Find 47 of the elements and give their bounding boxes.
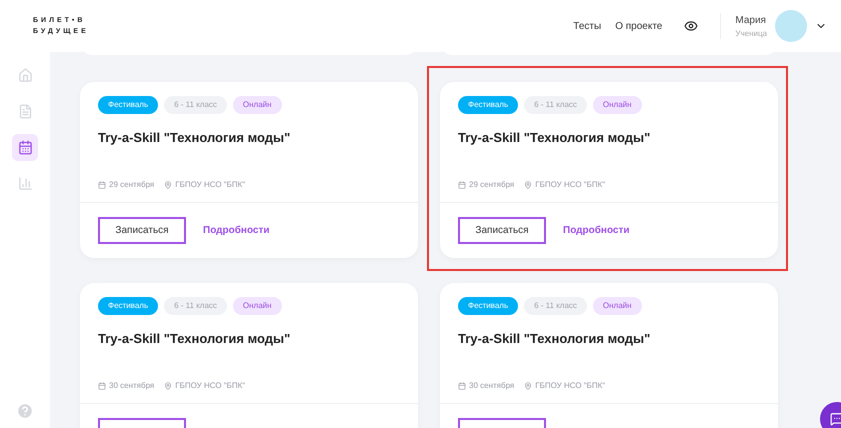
event-tag: Фестиваль bbox=[458, 297, 518, 315]
event-tag: Фестиваль bbox=[98, 297, 158, 315]
event-tag: 6 - 11 класс bbox=[524, 96, 587, 114]
sidebar-item[interactable] bbox=[12, 134, 38, 161]
event-title: Try-a-Skill "Технология моды" bbox=[98, 129, 292, 147]
event-tag: Фестиваль bbox=[98, 96, 158, 114]
event-title: Try-a-Skill "Технология моды" bbox=[458, 129, 652, 147]
calendar-icon bbox=[98, 180, 106, 188]
event-date: 29 сентября bbox=[469, 178, 514, 190]
event-date: 29 сентября bbox=[109, 178, 154, 190]
event-place: ГБПОУ НСО "БПК" bbox=[535, 178, 606, 190]
user-role: Ученица bbox=[735, 28, 767, 40]
event-tag: 6 - 11 класс bbox=[164, 297, 227, 315]
home-icon bbox=[18, 68, 32, 83]
event-tag: Онлайн bbox=[592, 297, 642, 315]
event-title: Try-a-Skill "Технология моды" bbox=[458, 330, 652, 348]
nav-link[interactable]: Тесты bbox=[573, 18, 602, 34]
event-tag: Онлайн bbox=[232, 96, 282, 114]
event-tag: Онлайн bbox=[592, 96, 642, 114]
event-date: 30 сентября bbox=[109, 380, 154, 392]
bar-chart-icon bbox=[18, 176, 32, 191]
event-place: ГБПОУ НСО "БПК" bbox=[535, 380, 606, 392]
event-tag: Онлайн bbox=[232, 297, 282, 315]
calendar-icon bbox=[18, 140, 32, 155]
eye-icon[interactable] bbox=[684, 19, 698, 33]
event-date: 30 сентября bbox=[469, 380, 514, 392]
user-name: Мария bbox=[735, 14, 767, 28]
chat-icon bbox=[830, 412, 841, 426]
location-pin-icon bbox=[164, 382, 172, 390]
location-pin-icon bbox=[164, 180, 172, 188]
calendar-icon bbox=[458, 180, 466, 188]
sign-up-button[interactable]: Записаться bbox=[98, 217, 186, 244]
event-tag: Фестиваль bbox=[458, 96, 518, 114]
sign-up-button[interactable]: Записаться bbox=[458, 217, 546, 244]
event-tag: 6 - 11 класс bbox=[164, 96, 227, 114]
details-link[interactable]: Подробности bbox=[563, 223, 630, 238]
event-place: ГБПОУ НСО "БПК" bbox=[175, 380, 246, 392]
document-icon bbox=[18, 104, 32, 119]
location-pin-icon bbox=[524, 180, 532, 188]
event-title: Try-a-Skill "Технология моды" bbox=[98, 330, 292, 348]
calendar-icon bbox=[458, 382, 466, 390]
location-pin-icon bbox=[524, 382, 532, 390]
calendar-icon bbox=[98, 382, 106, 390]
event-tag: 6 - 11 класс bbox=[524, 297, 587, 315]
event-place: ГБПОУ НСО "БПК" bbox=[175, 178, 246, 190]
details-link[interactable]: Подробности bbox=[203, 223, 270, 238]
nav-link[interactable]: О проекте bbox=[615, 18, 662, 34]
